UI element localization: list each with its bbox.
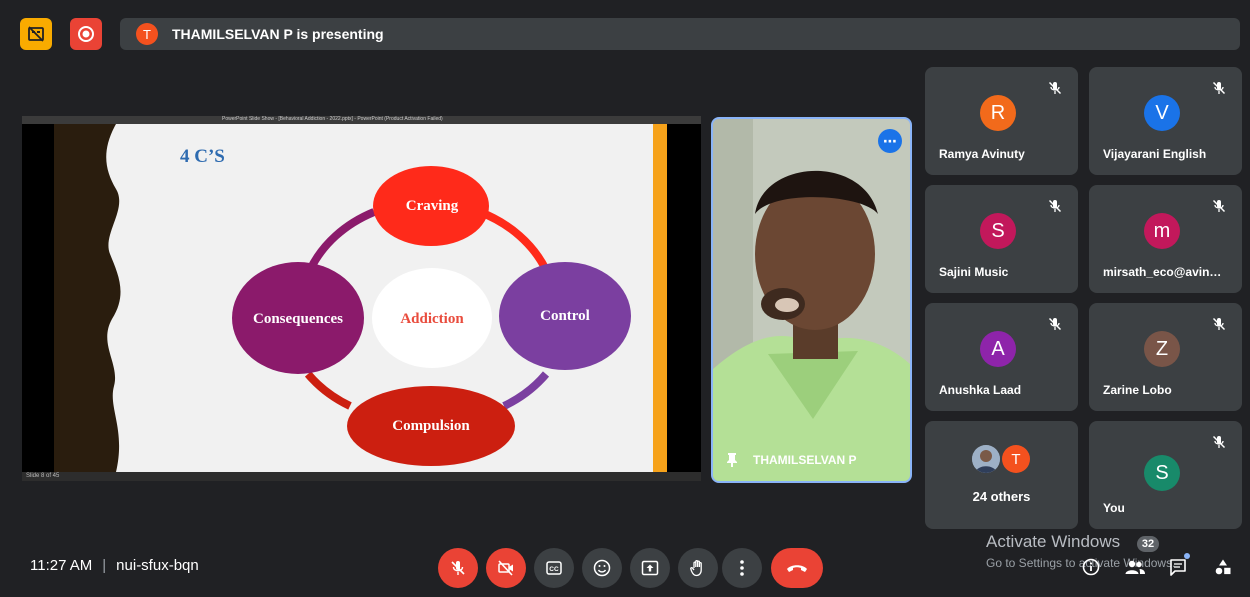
record-icon [78, 26, 94, 42]
activities-icon [1215, 559, 1231, 575]
participant-tile[interactable]: A Anushka Laad [925, 303, 1078, 411]
participant-tile[interactable]: V Vijayarani English [1089, 67, 1242, 175]
others-count-label: 24 others [972, 489, 1031, 504]
pin-icon[interactable] [725, 452, 739, 468]
avatar: A [980, 331, 1016, 367]
meeting-time: 11:27 AM [30, 557, 93, 574]
mic-off-icon [1212, 317, 1226, 331]
participant-name: Ramya Avinuty [939, 147, 1025, 161]
no-captions-button[interactable] [20, 18, 52, 50]
emoji-icon [593, 559, 611, 577]
avatar: Z [1144, 331, 1180, 367]
present-now-button[interactable] [630, 548, 670, 588]
ring-arc-top-right [478, 208, 550, 272]
mic-off-icon [1048, 199, 1062, 213]
camera-off-icon [498, 560, 513, 576]
captions-button[interactable]: CC [534, 548, 574, 588]
self-name: You [1103, 501, 1125, 515]
mic-off-icon [451, 561, 465, 575]
chat-notification-dot [1184, 553, 1190, 559]
avatar: V [1144, 95, 1180, 131]
self-tile[interactable]: S You [1089, 421, 1242, 529]
hand-icon [690, 559, 702, 577]
person-photo-icon [972, 445, 1000, 473]
participant-photo-avatar [972, 445, 1000, 473]
mic-off-icon [1048, 317, 1062, 331]
slide-counter: Slide 8 of 45 [26, 473, 60, 479]
no-captions-icon [28, 26, 44, 42]
avatar: m [1144, 213, 1180, 249]
participant-name: Zarine Lobo [1103, 383, 1172, 397]
participant-tile[interactable]: Z Zarine Lobo [1089, 303, 1242, 411]
participant-name: Sajini Music [939, 265, 1009, 279]
more-options-button[interactable]: ⋯ [878, 129, 902, 153]
slide-right-strip [654, 124, 667, 472]
craving-label: Craving [405, 198, 459, 214]
control-label: Control [540, 308, 590, 324]
mic-off-icon [1212, 199, 1226, 213]
presenter-video [713, 119, 910, 481]
meeting-details[interactable]: 11:27 AM | nui-sfux-bqn [30, 557, 199, 574]
slide: 4 C’S Craving Control Compulsion Consequ… [54, 124, 654, 472]
chat-button[interactable] [1168, 553, 1190, 578]
people-count-badge: 32 [1137, 536, 1159, 552]
participant-tile[interactable]: R Ramya Avinuty [925, 67, 1078, 175]
activities-button[interactable] [1212, 556, 1234, 578]
presenter-name: THAMILSELVAN P [753, 453, 857, 467]
info-icon [1082, 558, 1100, 576]
chat-icon [1170, 559, 1186, 576]
avatar: R [980, 95, 1016, 131]
leave-call-button[interactable] [771, 548, 823, 588]
more-options-button[interactable] [722, 548, 762, 588]
slide-left-margin [22, 124, 54, 472]
present-icon [641, 560, 659, 576]
consequences-label: Consequences [252, 311, 343, 327]
ring-arc-top-left [306, 208, 376, 272]
mic-off-icon [1048, 81, 1062, 95]
others-tile[interactable]: T 24 others [925, 421, 1078, 529]
svg-text:CC: CC [549, 566, 559, 573]
more-horiz-icon: ⋯ [883, 132, 897, 149]
mic-toggle-button[interactable] [438, 548, 478, 588]
participant-tile[interactable]: S Sajini Music [925, 185, 1078, 293]
meeting-details-button[interactable] [1080, 556, 1102, 578]
avatar: T [1002, 445, 1030, 473]
participant-name: Vijayarani English [1103, 147, 1207, 161]
reactions-button[interactable] [582, 548, 622, 588]
avatar: S [1144, 455, 1180, 491]
avatar: S [980, 213, 1016, 249]
ppt-window-title: PowerPoint Slide Show - [Behavioral Addi… [222, 116, 443, 122]
slide-wave-decoration [54, 124, 121, 472]
presenting-text: THAMILSELVAN P is presenting [172, 26, 384, 42]
captions-icon: CC [546, 561, 562, 575]
shared-screen[interactable]: PowerPoint Slide Show - [Behavioral Addi… [22, 116, 701, 481]
recording-button[interactable] [70, 18, 102, 50]
compulsion-label: Compulsion [392, 418, 470, 434]
presenter-video-tile[interactable]: ⋯ THAMILSELVAN P [711, 117, 912, 483]
activate-windows-title: Activate Windows [986, 532, 1121, 551]
raise-hand-button[interactable] [678, 548, 718, 588]
slide-title: 4 C’S [180, 146, 225, 167]
ring-arc-bottom-left [304, 371, 352, 410]
participant-tile[interactable]: m mirsath_eco@avin… [1089, 185, 1242, 293]
mic-off-icon [1212, 81, 1226, 95]
camera-toggle-button[interactable] [486, 548, 526, 588]
end-call-icon [787, 565, 807, 572]
people-icon [1125, 560, 1145, 574]
mic-off-icon [1212, 435, 1226, 449]
participant-name: mirsath_eco@avin… [1103, 265, 1222, 279]
meeting-separator: | [102, 557, 107, 574]
presenting-banner: T THAMILSELVAN P is presenting [120, 18, 1240, 50]
more-vert-icon [740, 560, 744, 576]
ring-arc-bottom-right [502, 371, 550, 410]
people-button[interactable] [1124, 556, 1146, 578]
participant-name: Anushka Laad [939, 383, 1022, 397]
meeting-code: nui-sfux-bqn [116, 557, 199, 574]
addiction-label: Addiction [400, 311, 464, 327]
ppt-status-bar: Slide 8 of 45 [22, 472, 701, 481]
presenter-avatar: T [136, 23, 158, 45]
